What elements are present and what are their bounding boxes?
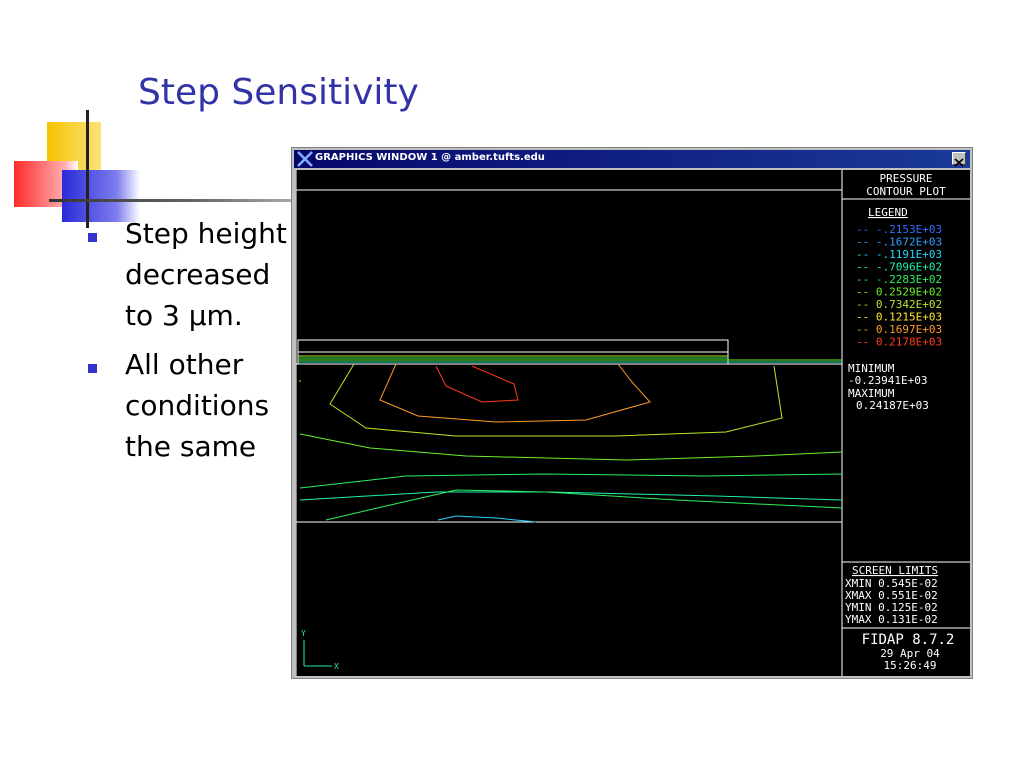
bullet-marker-icon: [88, 233, 97, 242]
legend-entry: -- -.2153E+03: [856, 223, 942, 236]
maximum-value: 0.24187E+03: [856, 399, 929, 412]
screen-limits-title: SCREEN LIMITS: [852, 564, 938, 577]
contour-cyan: [437, 515, 537, 523]
legend-entry: -- -.1672E+03: [856, 236, 942, 249]
bullet-text: All other conditions the same: [125, 348, 270, 463]
legend-entry: -- -.1191E+03: [856, 248, 942, 261]
contour-orange: [379, 363, 651, 423]
axis-y-label: Y: [301, 629, 306, 638]
legend-entry: -- 0.7342E+02: [856, 298, 942, 311]
contour-red: [435, 365, 519, 403]
graphics-window: GRAPHICS WINDOW 1 @ amber.tufts.edu Y X …: [291, 147, 973, 679]
bullet-text: Step height decreased to 3 μm.: [125, 217, 287, 332]
bullet-item: Step height decreased to 3 μm.: [88, 213, 288, 336]
bullet-list: Step height decreased to 3 μm. All other…: [88, 213, 288, 475]
legend-entry: -- 0.2529E+02: [856, 286, 942, 299]
bullet-item: All other conditions the same: [88, 344, 288, 467]
slide-title: Step Sensitivity: [138, 72, 419, 113]
legend-title: LEGEND: [868, 206, 908, 219]
contour-green-1: [299, 433, 843, 461]
minimum-value: -0.23941E+03: [848, 374, 927, 387]
window-title: GRAPHICS WINDOW 1 @ amber.tufts.edu: [315, 152, 545, 163]
contour-yellowgreen: [329, 363, 783, 437]
legend-entry: -- 0.1697E+03: [856, 323, 942, 336]
legend-entry: -- -.2283E+02: [856, 273, 942, 286]
panel-header-line1: PRESSURE: [880, 172, 933, 185]
screen-limit-ymax: YMAX 0.131E-02: [845, 613, 938, 626]
vertical-rule: [86, 110, 89, 228]
close-icon: [954, 158, 964, 167]
plot-canvas: Y X PRESSURE CONTOUR PLOT LEGEND -- -.21…: [295, 170, 970, 676]
contour-green-2: [299, 473, 843, 489]
contour-green-3: [325, 489, 843, 521]
contour-plot: Y X PRESSURE CONTOUR PLOT LEGEND -- -.21…: [295, 170, 970, 676]
legend-entry: -- 0.2178E+03: [856, 336, 942, 349]
window-titlebar[interactable]: GRAPHICS WINDOW 1 @ amber.tufts.edu: [294, 150, 970, 168]
bullet-marker-icon: [88, 364, 97, 373]
software-version: FIDAP 8.7.2: [862, 632, 955, 648]
legend-entry: -- 0.1215E+03: [856, 311, 942, 324]
panel-header-line2: CONTOUR PLOT: [866, 185, 946, 198]
x-logo-icon: [297, 151, 313, 167]
legend-entries: -- -.2153E+03-- -.1672E+03-- -.1191E+03-…: [856, 223, 942, 349]
legend-entry: -- -.7096E+02: [856, 261, 942, 274]
horizontal-rule: [49, 199, 294, 202]
close-button[interactable]: [952, 152, 966, 167]
axis-x-label: X: [334, 662, 339, 671]
plot-time: 15:26:49: [884, 659, 937, 672]
